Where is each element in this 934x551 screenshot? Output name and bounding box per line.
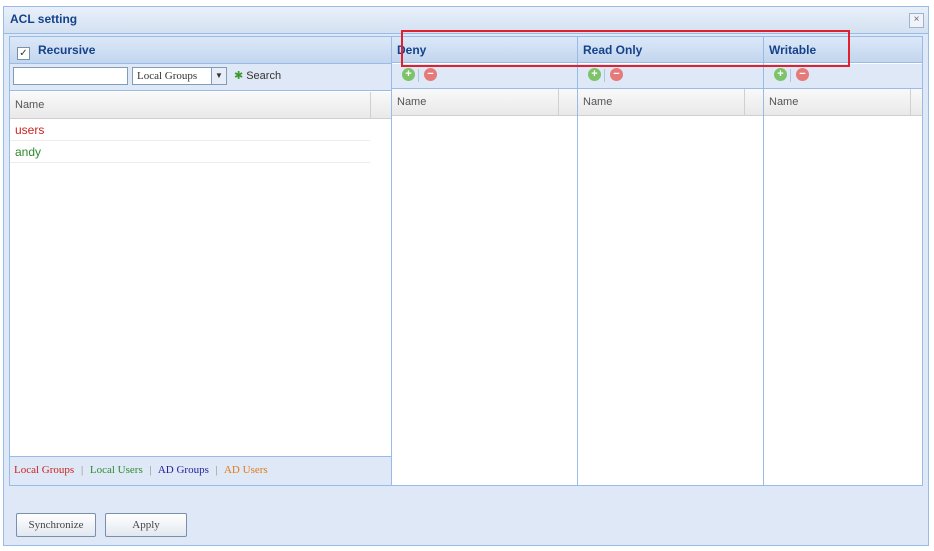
highlight-box (401, 30, 850, 67)
chevron-down-icon[interactable]: ▼ (211, 68, 226, 84)
acl-body: ✓ Recursive Local Groups ▼ ✱ Search Name u… (9, 36, 923, 486)
window-title: ACL setting (10, 12, 78, 26)
remove-icon[interactable]: − (424, 68, 437, 81)
column-divider (370, 92, 371, 118)
deny-toolbar: + − (392, 64, 577, 89)
search-toolbar: Local Groups ▼ ✱ Search (10, 64, 391, 91)
recursive-header: ✓ Recursive (10, 37, 391, 64)
search-button[interactable]: ✱ Search (234, 69, 281, 82)
search-button-label: Search (246, 70, 282, 82)
search-input[interactable] (13, 67, 128, 85)
acl-setting-window: ACL setting × ✓ Recursive Local Groups ▼ … (3, 6, 929, 546)
synchronize-button[interactable]: Synchronize (16, 513, 96, 537)
list-item-name: andy (15, 145, 42, 159)
search-icon: ✱ (234, 70, 244, 82)
toolbar-divider (418, 69, 419, 82)
legend-separator: | (149, 464, 152, 476)
list-item-name: users (15, 123, 45, 137)
writable-column-header[interactable]: Name (764, 89, 922, 116)
read-only-column-header[interactable]: Name (578, 89, 763, 116)
column-divider (558, 89, 559, 115)
toolbar-divider (790, 69, 791, 82)
legend-separator: | (80, 464, 84, 476)
writable-toolbar: + − (764, 64, 922, 89)
deny-column-header[interactable]: Name (392, 89, 577, 116)
column-divider (910, 89, 911, 115)
list-item[interactable]: users (10, 119, 370, 141)
recursive-checkbox[interactable]: ✓ (17, 47, 30, 60)
add-icon[interactable]: + (774, 68, 787, 81)
legend-bar: Local Groups | Local Users | AD Groups |… (10, 456, 391, 485)
toolbar-divider (604, 69, 605, 82)
remove-icon[interactable]: − (796, 68, 809, 81)
column-header-name: Name (583, 96, 613, 108)
legend-ad-groups: AD Groups (157, 464, 209, 476)
legend-separator: | (215, 464, 218, 476)
apply-button[interactable]: Apply (105, 513, 187, 537)
remove-icon[interactable]: − (610, 68, 623, 81)
legend-local-groups: Local Groups (14, 464, 75, 476)
list-column-header[interactable]: Name (10, 92, 391, 119)
close-icon[interactable]: × (909, 13, 924, 28)
column-divider (744, 89, 745, 115)
group-type-selected: Local Groups (137, 70, 198, 82)
recursive-label: Recursive (38, 43, 96, 57)
add-icon[interactable]: + (402, 68, 415, 81)
legend-local-users: Local Users (89, 464, 143, 476)
deny-panel: Deny + − Name (392, 37, 578, 485)
column-header-name: Name (769, 96, 799, 108)
column-header-name: Name (397, 96, 427, 108)
add-icon[interactable]: + (588, 68, 601, 81)
read-only-panel: Read Only + − Name (578, 37, 764, 485)
column-header-name: Name (15, 99, 45, 111)
group-type-select[interactable]: Local Groups ▼ (132, 67, 227, 85)
read-only-toolbar: + − (578, 64, 763, 89)
legend-ad-users: AD Users (223, 464, 268, 476)
writable-panel: Writable + − Name (764, 37, 922, 485)
list-item[interactable]: andy (10, 141, 370, 163)
user-group-list-panel: ✓ Recursive Local Groups ▼ ✱ Search Name u… (10, 37, 392, 485)
